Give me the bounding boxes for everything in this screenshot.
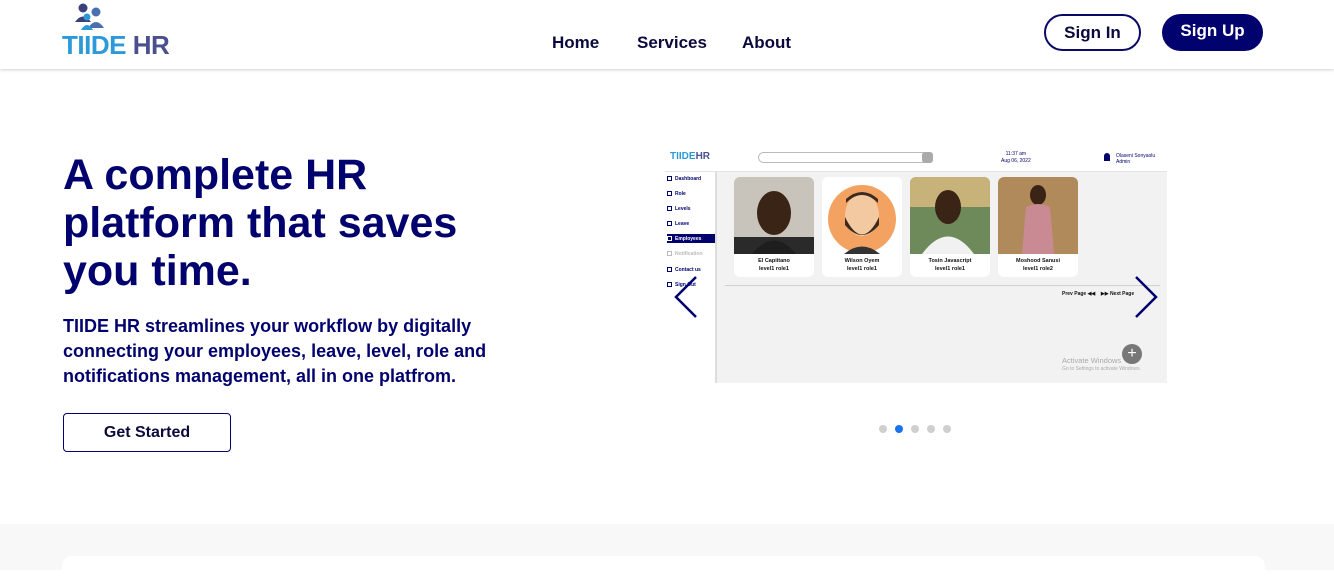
employees-icon (667, 236, 672, 241)
carousel-indicators (879, 425, 951, 433)
brand-logo[interactable]: TIIDE HR (62, 2, 182, 58)
dashboard-icon (667, 176, 672, 181)
app-sidebar-label: Employees (675, 235, 702, 242)
employee-card: El Capiitano level1 role1 (734, 177, 814, 277)
app-sidebar-label: Leave (675, 220, 690, 227)
employee-info: El Capiitano level1 role1 (734, 257, 814, 273)
employee-name: Wilson Oyem (844, 258, 880, 264)
role-icon (667, 191, 672, 196)
brand-wordmark: TIIDE HR (62, 30, 170, 60)
app-sidebar-item-notification: Notification (667, 249, 715, 258)
carousel-next-arrow-icon[interactable] (1130, 275, 1160, 319)
user-icon (1104, 153, 1110, 161)
employee-info: Wilson Oyem level1 role1 (822, 257, 902, 273)
watermark-subtitle: Go to Settings to activate Windows. (1062, 366, 1141, 372)
nav-home[interactable]: Home (552, 33, 599, 53)
employee-photo (910, 177, 990, 254)
app-main: El Capiitano level1 role1 Wilson Oyem leve… (717, 172, 1167, 383)
app-sidebar-item-contact: Contact us (667, 265, 715, 274)
app-sidebar-label: Dashboard (675, 175, 702, 182)
sign-in-button[interactable]: Sign In (1044, 14, 1141, 51)
bell-icon (667, 251, 672, 256)
features-card (62, 556, 1265, 586)
watermark-title: Activate Windows (1062, 356, 1122, 365)
app-topbar: TIIDEHR 11:37 am Aug 06, 2022 Olaseni So… (665, 145, 1167, 172)
prev-page-label: Prev Page (1062, 291, 1087, 297)
pagination: Prev Page ◀◀ ▶▶ Next Page (1062, 291, 1134, 297)
features-section (0, 524, 1334, 586)
app-date: Aug 06, 2022 (1001, 158, 1031, 164)
app-sidebar-label: Notification (675, 250, 703, 257)
app-logo-part2: HR (695, 151, 711, 162)
rewind-icon: ◀◀ (1087, 291, 1096, 297)
employee-name: Tosin Javascript (928, 258, 972, 264)
nav-services[interactable]: Services (637, 33, 707, 53)
employee-role: level1 role1 (759, 266, 789, 272)
carousel-dot-active[interactable] (895, 425, 903, 433)
employee-info: Moshood Sanusi level1 role2 (998, 257, 1078, 273)
app-user-role: Admin (1116, 159, 1131, 165)
employee-role: level1 role1 (847, 266, 877, 272)
app-sidebar-label: Contact us (675, 266, 701, 273)
carousel-dot[interactable] (943, 425, 951, 433)
carousel-dot[interactable] (927, 425, 935, 433)
fast-forward-icon: ▶▶ (1100, 291, 1109, 297)
carousel-dot[interactable] (879, 425, 887, 433)
employee-photo (998, 177, 1078, 254)
app-sidebar-label: Levels (675, 205, 691, 212)
app-sidebar-item-dashboard: Dashboard (667, 174, 715, 183)
employee-card: Wilson Oyem level1 role1 (822, 177, 902, 277)
employee-name: Moshood Sanusi (1016, 258, 1060, 264)
app-search-input (758, 152, 930, 163)
employee-card: Tosin Javascript level1 role1 (910, 177, 990, 277)
employee-name: El Capiitano (758, 258, 790, 264)
levels-icon (667, 206, 672, 211)
divider (725, 285, 1160, 286)
app-sidebar-item-levels: Levels (667, 204, 715, 213)
windows-watermark: Activate Windows Go to Settings to activa… (1062, 356, 1141, 374)
app-datetime: 11:37 am Aug 06, 2022 (1001, 151, 1031, 165)
sign-up-button[interactable]: Sign Up (1162, 14, 1263, 51)
carousel-dot[interactable] (911, 425, 919, 433)
app-user: Olaseni Sonyaolu Admin (1116, 153, 1155, 165)
screenshot-carousel: TIIDEHR 11:37 am Aug 06, 2022 Olaseni So… (665, 145, 1167, 383)
logo-text-part2: HR (132, 30, 170, 60)
app-sidebar-item-leave: Leave (667, 219, 715, 228)
logo-text-part1: TIIDE (62, 30, 126, 60)
app-sidebar-item-employees: Employees (667, 234, 715, 243)
get-started-button[interactable]: Get Started (63, 413, 231, 452)
employee-info: Tosin Javascript level1 role1 (910, 257, 990, 273)
app-logo: TIIDEHR (670, 151, 710, 162)
hero-title: A complete HR platform that saves you ti… (63, 151, 458, 295)
leave-icon (667, 221, 672, 226)
app-time: 11:37 am (1005, 151, 1027, 157)
carousel-slide: TIIDEHR 11:37 am Aug 06, 2022 Olaseni So… (665, 145, 1167, 383)
employee-role: level1 role1 (935, 266, 965, 272)
carousel-prev-arrow-icon[interactable] (672, 275, 702, 319)
nav-about[interactable]: About (742, 33, 791, 53)
people-icon (75, 3, 104, 30)
hero-description: TIIDE HR streamlines your workflow by di… (63, 316, 487, 386)
app-logo-part1: TIIDE (670, 151, 696, 162)
app-sidebar-label: Role (675, 190, 686, 197)
site-header: TIIDE HR Home Services About Sign In Sig… (0, 0, 1334, 69)
contact-icon (667, 267, 672, 272)
employee-card: Moshood Sanusi level1 role2 (998, 177, 1078, 277)
search-icon (922, 152, 933, 163)
employee-avatar (822, 177, 902, 254)
app-sidebar-item-role: Role (667, 189, 715, 198)
employee-photo (734, 177, 814, 254)
employee-role: level1 role2 (1023, 266, 1053, 272)
